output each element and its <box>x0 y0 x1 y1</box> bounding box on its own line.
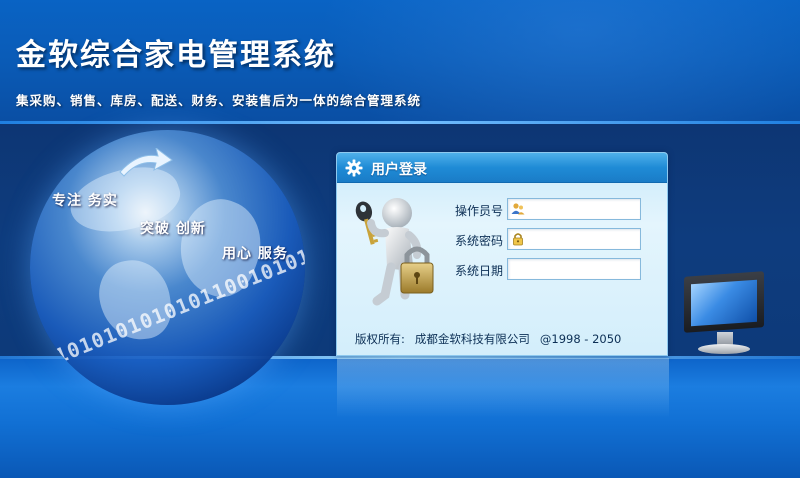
user-icon <box>511 203 525 215</box>
slogan-innovate: 突破 创新 <box>140 221 206 237</box>
login-title: 用户登录 <box>371 162 427 178</box>
arrow-icon <box>119 148 173 177</box>
slogan-focus: 专注 务实 <box>52 193 118 209</box>
app-subtitle: 集采购、销售、库房、配送、财务、安装售后为一体的综合管理系统 <box>16 93 422 108</box>
gear-icon <box>345 159 363 177</box>
slogan-service: 用心 服务 <box>222 246 288 262</box>
password-label: 系统密码 <box>455 234 504 248</box>
operator-id-label: 操作员号 <box>455 204 504 218</box>
app-title: 金软综合家电管理系统 <box>16 38 336 73</box>
company-name: 成都金软科技有限公司 <box>414 332 530 346</box>
copyright-label: 版权所有: <box>355 332 405 346</box>
system-date-label: 系统日期 <box>455 264 504 278</box>
monitor-screen <box>691 279 757 327</box>
header-banner: 金软综合家电管理系统 集采购、销售、库房、配送、财务、安装售后为一体的综合管理系… <box>0 0 800 124</box>
monitor-illustration <box>684 271 766 358</box>
key-lock-figure <box>355 198 434 306</box>
copyright-years: @1998 - 2050 <box>539 332 622 346</box>
monitor-bezel <box>684 271 764 333</box>
copyright-footer: 版权所有: 成都金软科技有限公司 @1998 - 2050 <box>355 331 631 347</box>
system-date-input[interactable] <box>507 258 641 280</box>
password-input[interactable] <box>507 228 641 250</box>
login-panel: 用户登录 操作员号 系统密码 系统日期 版权所有: 成都金软科技有限公司 @19… <box>336 152 669 418</box>
operator-id-input[interactable] <box>507 198 641 220</box>
login-panel-header: 用户登录 <box>337 153 667 183</box>
monitor-base <box>698 344 750 354</box>
lock-icon <box>513 233 523 246</box>
